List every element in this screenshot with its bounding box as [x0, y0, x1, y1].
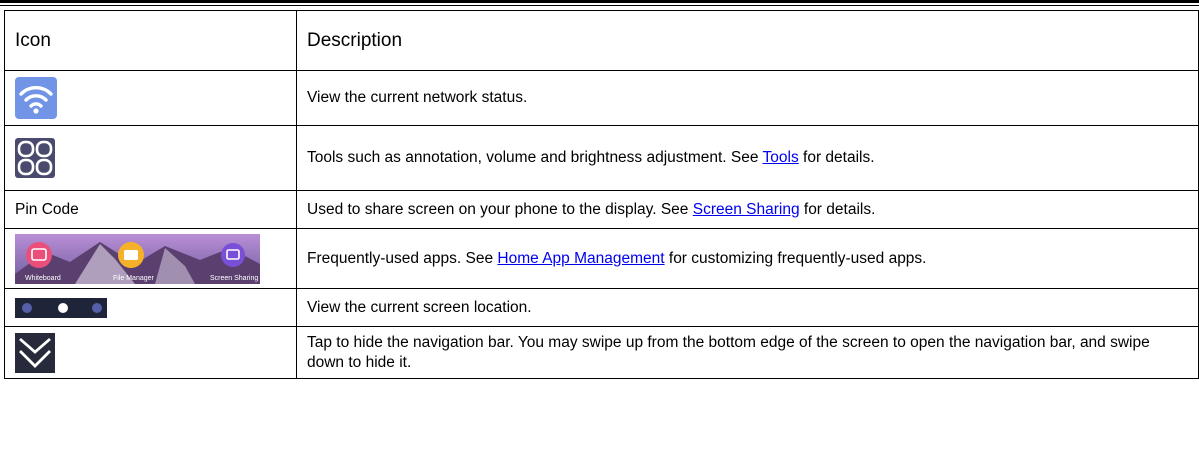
- icon-cell: Pin Code: [4, 190, 297, 229]
- description-text: for customizing frequently-used apps.: [664, 249, 927, 267]
- description-cell: Frequently-used apps. See Home App Manag…: [296, 228, 1199, 289]
- whiteboard-app-icon: [26, 241, 52, 268]
- app-label-file-manager: File Manager: [113, 275, 155, 282]
- header-icon: Icon: [4, 10, 297, 71]
- icon-cell: [4, 326, 297, 379]
- tools-grid-icon: [15, 138, 55, 178]
- home-app-management-link[interactable]: Home App Management: [497, 250, 664, 267]
- table-row: Tap to hide the navigation bar. You may …: [4, 326, 1199, 379]
- app-label-whiteboard: Whiteboard: [25, 275, 61, 282]
- description-text: Frequently-used apps. See: [307, 249, 498, 267]
- table-header-row: Icon Description: [4, 10, 1199, 71]
- description-text: View the current network status.: [307, 89, 528, 106]
- app-label-screen-sharing: Screen Sharing: [210, 275, 258, 282]
- description-text: Tap to hide the navigation bar. You may …: [307, 333, 1150, 371]
- description-cell: Tap to hide the navigation bar. You may …: [296, 326, 1199, 379]
- icon-cell: [4, 70, 297, 126]
- double-chevron-down-icon: [15, 332, 55, 373]
- page-indicator-dots-icon: [15, 297, 107, 318]
- icon-cell: [4, 288, 297, 327]
- pin-code-label: Pin Code: [15, 200, 79, 218]
- icon-cell: [4, 125, 297, 191]
- screen-sharing-app-icon: [221, 242, 245, 267]
- table-row: View the current screen location.: [4, 288, 1199, 327]
- tools-link[interactable]: Tools: [763, 149, 799, 166]
- description-text: Used to share screen on your phone to th…: [307, 200, 693, 218]
- icon-cell: Whiteboard File Manager Screen Sharing: [4, 228, 297, 289]
- top-rule: [0, 0, 1199, 3]
- header-description: Description: [296, 10, 1199, 71]
- description-cell: Tools such as annotation, volume and bri…: [296, 125, 1199, 191]
- screen-sharing-link[interactable]: Screen Sharing: [693, 201, 800, 218]
- description-cell: View the current network status.: [296, 70, 1199, 126]
- description-text: for details.: [798, 149, 875, 166]
- description-text: Tools such as annotation, volume and bri…: [307, 149, 763, 166]
- table-row: Whiteboard File Manager Screen Sharing F…: [4, 228, 1199, 289]
- description-cell: View the current screen location.: [296, 288, 1199, 327]
- table-row: Pin Code Used to share screen on your ph…: [4, 190, 1199, 229]
- wifi-icon: [15, 77, 57, 119]
- description-text: View the current screen location.: [307, 298, 532, 316]
- home-apps-strip-icon: Whiteboard File Manager Screen Sharing: [15, 233, 260, 284]
- description-text: for details.: [799, 200, 876, 218]
- table-row: View the current network status.: [4, 70, 1199, 126]
- top-rule-thin: [0, 5, 1199, 6]
- description-cell: Used to share screen on your phone to th…: [296, 190, 1199, 229]
- icon-description-table: Icon Description View the current networ…: [4, 10, 1199, 379]
- table-row: Tools such as annotation, volume and bri…: [4, 125, 1199, 191]
